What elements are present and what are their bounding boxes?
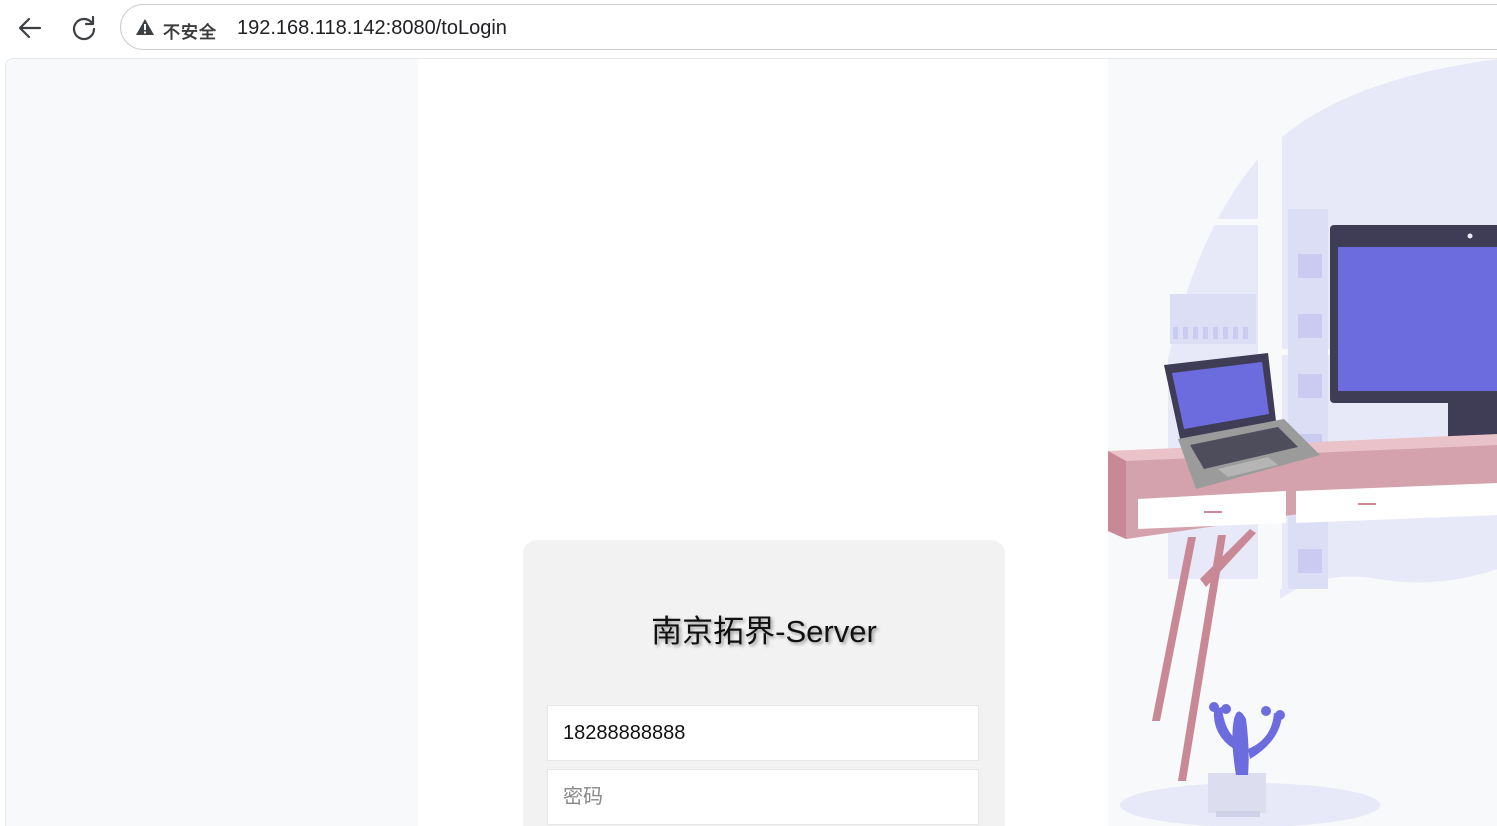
warning-triangle-icon — [136, 19, 154, 35]
password-input[interactable] — [547, 769, 979, 825]
url-text[interactable]: 192.168.118.142:8080/toLogin — [237, 17, 507, 40]
address-bar[interactable]: 不安全 192.168.118.142:8080/toLogin — [120, 4, 1497, 50]
username-input[interactable] — [547, 705, 979, 761]
login-card: 南京拓界-Server — [523, 540, 1005, 826]
left-blank-panel — [6, 59, 418, 826]
login-panel: 南京拓界-Server — [418, 59, 1108, 826]
desk-illustration — [1108, 59, 1497, 826]
security-status-label[interactable]: 不安全 — [163, 18, 217, 43]
arrow-left-icon — [18, 17, 42, 39]
page-viewport: 南京拓界-Server — [5, 58, 1497, 826]
reload-icon — [72, 15, 96, 41]
browser-toolbar: 不安全 192.168.118.142:8080/toLogin — [0, 0, 1497, 56]
back-button[interactable] — [12, 10, 48, 46]
reload-button[interactable] — [66, 10, 102, 46]
login-title: 南京拓界-Server — [651, 614, 877, 649]
illustration-panel — [1108, 59, 1497, 826]
